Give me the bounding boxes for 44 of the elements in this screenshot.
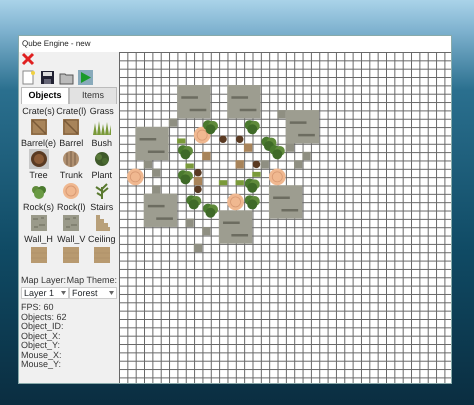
barrel-icon — [28, 148, 48, 168]
close-button[interactable] — [21, 52, 35, 66]
object-button[interactable]: Barrel — [56, 138, 86, 170]
object-button[interactable]: Grass — [86, 106, 117, 138]
status-text: Object_X: — [21, 332, 61, 341]
object-button[interactable]: Plant — [86, 170, 117, 202]
dropdown[interactable]: Forest — [69, 287, 117, 299]
tab[interactable]: Items — [69, 87, 117, 104]
object-button[interactable]: Barrel(e) — [21, 138, 56, 170]
object-button[interactable]: Trunk — [56, 170, 86, 202]
object-button[interactable]: Ceiling — [86, 234, 117, 266]
object-button[interactable]: Rock(s) — [21, 202, 56, 234]
rock-icon — [61, 212, 82, 232]
object-button[interactable]: Crate(s) — [21, 106, 56, 138]
object-button[interactable]: Wall_H — [21, 234, 56, 266]
save-button[interactable] — [40, 70, 55, 85]
wall-icon — [28, 244, 48, 264]
object-button[interactable]: Crate(l) — [56, 106, 86, 138]
barrel-icon — [61, 148, 82, 168]
object-button[interactable]: Tree — [21, 170, 56, 202]
dropdown[interactable]: Layer 1 — [21, 287, 69, 299]
caret-icon — [109, 291, 114, 295]
status-text: Mouse_Y: — [21, 360, 62, 370]
crate-icon — [61, 116, 82, 136]
rock-icon — [28, 212, 48, 232]
caret-icon — [61, 291, 66, 295]
trunk-icon — [61, 180, 82, 200]
status-text: Object_Y: — [21, 341, 62, 350]
window-title: Qube Engine - new — [19, 36, 451, 52]
wall-icon — [92, 244, 112, 264]
status-text: Mouse_X: — [21, 350, 63, 360]
status-text: Object_ID: — [21, 322, 65, 332]
status-text: FPS: 60 — [21, 303, 55, 312]
map-grid[interactable] — [119, 52, 451, 383]
object-button[interactable]: Stairs — [86, 202, 117, 234]
object-button[interactable]: Bush — [86, 138, 117, 170]
object-button[interactable]: Rock(l) — [56, 202, 86, 234]
wall-icon — [61, 244, 82, 264]
dropdown-label: Map Layer: — [21, 274, 66, 287]
status-text: Objects: 62 — [21, 312, 68, 322]
crate-icon — [28, 116, 48, 136]
tab[interactable]: Objects — [21, 87, 69, 104]
object-button[interactable]: Wall_V — [56, 234, 86, 266]
dropdown-label: Map Theme: — [66, 274, 117, 287]
